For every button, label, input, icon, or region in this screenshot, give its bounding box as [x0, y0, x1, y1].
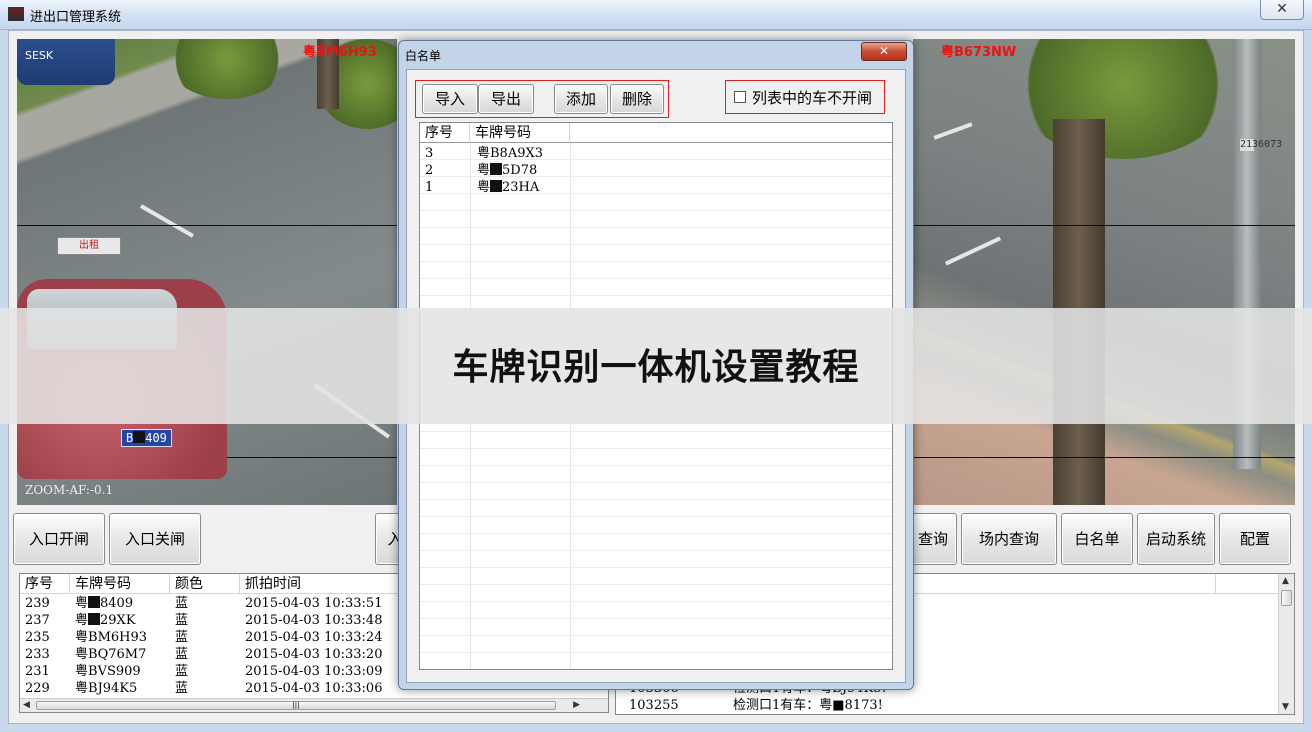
scroll-up-icon[interactable]: ▲	[1282, 576, 1289, 586]
app-icon	[8, 7, 24, 21]
banner-title: 车牌识别一体机设置教程	[452, 347, 860, 388]
col-header[interactable]: 车牌号码	[70, 574, 170, 594]
cell-color: 蓝	[175, 664, 189, 679]
cell-time: 2015-04-03 10:33:51	[245, 596, 383, 611]
cell-plate: 粤 29XK	[75, 613, 136, 628]
inside-query-button[interactable]: 场内查询	[961, 513, 1057, 565]
config-button[interactable]: 配置	[1219, 513, 1291, 565]
scroll-thumb[interactable]	[1281, 590, 1292, 606]
cell-time: 2015-04-03 10:33:20	[245, 647, 383, 662]
no-open-option: 列表中的车不开闸	[725, 80, 885, 114]
dialog-title: 白名单	[405, 49, 442, 63]
cell-id: 3	[425, 146, 434, 161]
export-button[interactable]: 导出	[478, 84, 534, 114]
cell-id: 2	[425, 163, 434, 178]
cell-plate: 粤BVS909	[75, 664, 141, 679]
whitelist-row[interactable]: 2 粤 5D78	[420, 162, 892, 179]
main-titlebar: 进出口管理系统 ✕	[0, 0, 1312, 30]
scroll-down-icon[interactable]: ▼	[1282, 702, 1289, 712]
cell-color: 蓝	[175, 681, 189, 696]
start-system-button[interactable]: 启动系统	[1137, 513, 1215, 565]
whitelist-row[interactable]: 3 粤B8A9X3	[420, 145, 892, 162]
cell-plate: 粤 8409	[75, 596, 134, 611]
scroll-right-icon[interactable]: ▶	[573, 700, 580, 710]
dialog-close-button[interactable]: ✕	[861, 42, 907, 61]
parked-blue-car: SESK	[17, 39, 115, 85]
add-button[interactable]: 添加	[554, 84, 608, 114]
cell-id: 231	[25, 664, 50, 679]
zoom-readout: ZOOM-AF:-0.1	[25, 483, 114, 497]
scroll-left-icon[interactable]: ◀	[23, 700, 30, 710]
cell-plate: 粤 23HA	[477, 180, 540, 195]
delete-button[interactable]: 删除	[610, 84, 664, 114]
cell-time: 2015-04-03 10:33:48	[245, 613, 383, 628]
col-header[interactable]: 颜色	[170, 574, 240, 594]
col-header[interactable]: 序号	[20, 574, 70, 594]
cell-id: 239	[25, 596, 50, 611]
col-header[interactable]: 车牌号码	[470, 123, 570, 143]
whitelist-button[interactable]: 白名单	[1061, 513, 1133, 565]
taxi-roof-sign: 出租	[57, 237, 121, 255]
cell-time: 2015-04-03 10:33:24	[245, 630, 383, 645]
right-plate-overlay: 粤B673NW	[941, 45, 1017, 60]
entry-close-button[interactable]: 入口关闸	[109, 513, 201, 565]
taxi-plate: B 409	[121, 429, 172, 447]
cell-color: 蓝	[175, 613, 189, 628]
window-close-button[interactable]: ✕	[1260, 0, 1304, 20]
event-log-vscrollbar[interactable]: ▲ ▼	[1278, 574, 1294, 714]
title-banner: 车牌识别一体机设置教程	[0, 308, 1312, 424]
no-open-checkbox-label[interactable]: 列表中的车不开闸	[752, 87, 872, 108]
scroll-thumb[interactable]: |||	[36, 701, 556, 710]
cell-id: 1	[425, 180, 434, 195]
import-button[interactable]: 导入	[422, 84, 478, 114]
camera-view-right: 2136073 粤B673NW	[913, 39, 1295, 505]
cell-plate: 粤BJ94K5	[75, 681, 138, 696]
pole-number: 2136073	[1240, 139, 1282, 151]
cell-plate: 粤BQ76M7	[75, 647, 147, 662]
cell-plate: 粤 5D78	[477, 163, 538, 178]
entry-open-button[interactable]: 入口开闸	[13, 513, 105, 565]
col-header[interactable]: 序号	[420, 123, 470, 143]
whitelist-row[interactable]: 1 粤 23HA	[420, 179, 892, 196]
cell-plate: 粤BM6H93	[75, 630, 148, 645]
camera-view-left: SESK 出租 B 409 粤BM6H93 ZOOM-AF:-0.1	[17, 39, 397, 505]
whitelist-header: 序号 车牌号码	[420, 123, 892, 143]
log-id: 103255	[629, 698, 679, 713]
cell-id: 229	[25, 681, 50, 696]
cell-color: 蓝	[175, 630, 189, 645]
log-row[interactable]: 103255 检测口1有车：粤■8173!	[616, 697, 1294, 714]
capture-list-hscrollbar[interactable]: ◀ ||| ▶	[20, 698, 608, 712]
cell-id: 237	[25, 613, 50, 628]
cell-plate: 粤B8A9X3	[477, 146, 544, 161]
cell-color: 蓝	[175, 596, 189, 611]
cell-color: 蓝	[175, 647, 189, 662]
left-plate-overlay: 粤BM6H93	[303, 45, 377, 60]
no-open-checkbox[interactable]	[734, 91, 746, 103]
window-title: 进出口管理系统	[30, 10, 122, 25]
log-text: 检测口1有车：粤■8173!	[733, 698, 883, 713]
action-buttons-group: 导入 导出 添加 删除	[415, 80, 669, 118]
cell-time: 2015-04-03 10:33:09	[245, 664, 383, 679]
cell-id: 235	[25, 630, 50, 645]
cell-id: 233	[25, 647, 50, 662]
cell-time: 2015-04-03 10:33:06	[245, 681, 383, 696]
